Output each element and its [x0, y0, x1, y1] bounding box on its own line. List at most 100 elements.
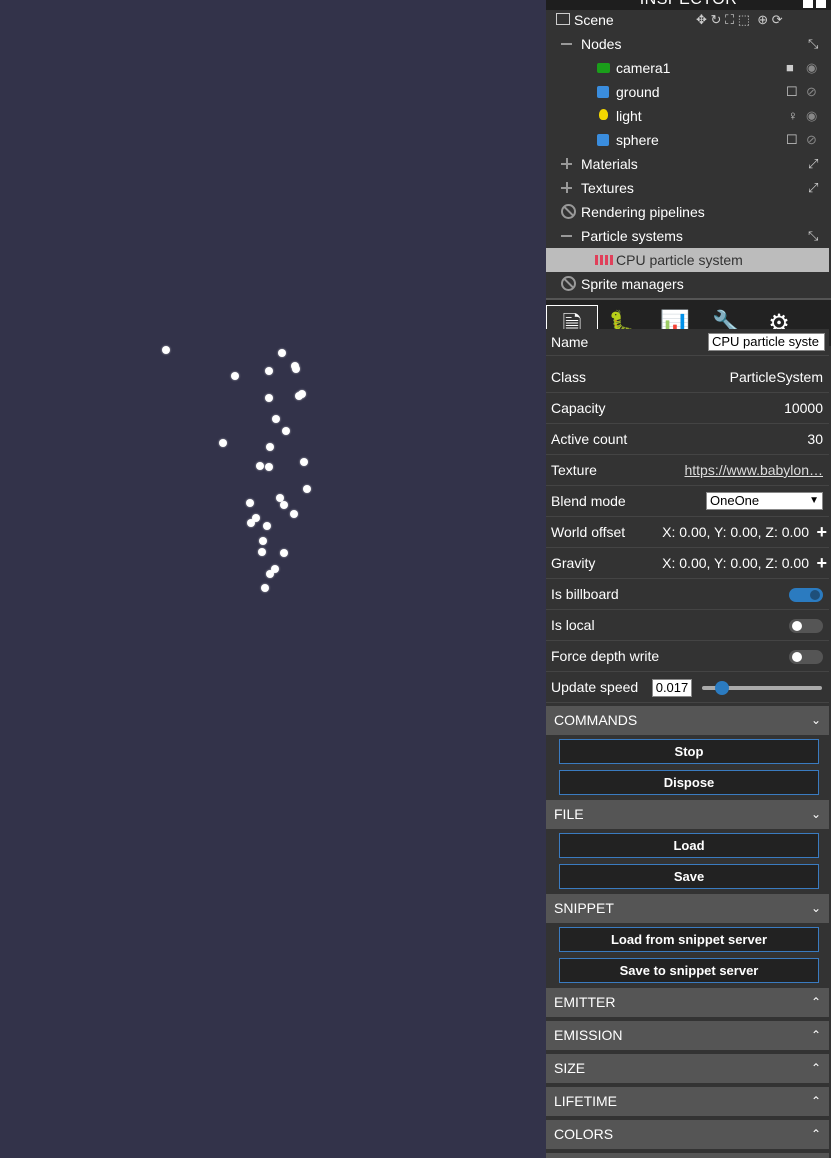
particle — [246, 499, 254, 507]
colors-title: COLORS — [554, 1126, 614, 1142]
close-icon[interactable] — [816, 0, 826, 8]
particle — [303, 485, 311, 493]
particle — [278, 349, 286, 357]
mesh-icon — [597, 86, 609, 98]
bounding-box-icon[interactable]: ☐ — [786, 80, 798, 104]
scene-label: Scene — [574, 12, 614, 28]
eye-slash-icon[interactable]: ⊘ — [806, 80, 817, 104]
update-speed-input[interactable]: 0.017 — [652, 679, 692, 697]
particle — [256, 462, 264, 470]
expand-all-icon[interactable]: ⤢ — [808, 152, 818, 176]
name-input[interactable]: CPU particle syste — [708, 333, 825, 351]
prop-name-row: Name CPU particle syste — [546, 329, 829, 356]
section-snippet[interactable]: SNIPPET ⌄ — [546, 894, 829, 923]
prop-depth-row: Force depth write — [546, 641, 829, 672]
tree-item-nodes[interactable]: Nodes ⤡ — [546, 32, 829, 56]
bounding-box-icon[interactable]: ☐ — [786, 128, 798, 152]
popout-icon[interactable] — [803, 0, 813, 8]
expand-icon[interactable] — [561, 158, 572, 169]
depth-write-toggle[interactable] — [789, 650, 823, 664]
eye-slash-icon[interactable]: ⊘ — [806, 128, 817, 152]
active-count-label: Active count — [551, 431, 628, 447]
tree-item-rendering-pipelines[interactable]: Rendering pipelines — [546, 200, 829, 224]
mesh-icon — [597, 134, 609, 146]
load-snippet-button[interactable]: Load from snippet server — [559, 927, 819, 952]
world-offset-label: World offset — [551, 524, 626, 540]
particle — [231, 372, 239, 380]
emitter-title: EMITTER — [554, 994, 616, 1010]
stop-button[interactable]: Stop — [559, 739, 819, 764]
expand-plus-icon[interactable]: + — [816, 517, 827, 547]
expand-all-icon[interactable]: ⤢ — [808, 176, 818, 200]
collapse-all-icon[interactable]: ⤡ — [808, 32, 818, 56]
light-toggle-icon[interactable]: ♀ — [788, 104, 798, 128]
particle — [295, 392, 303, 400]
render-canvas[interactable] — [0, 0, 546, 1158]
tree-item-particle-systems[interactable]: Particle systems ⤡ — [546, 224, 829, 248]
class-value: ParticleSystem — [729, 369, 823, 385]
particle — [247, 519, 255, 527]
tree-item-scene[interactable]: Scene ✥ ↻ ⛶ ⬚ ⊕ ⟳ — [546, 10, 829, 34]
texture-label: Texture — [551, 462, 597, 478]
particle-systems-label: Particle systems — [581, 228, 683, 244]
section-emitter[interactable]: EMITTER ⌃ — [546, 988, 829, 1017]
load-button[interactable]: Load — [559, 833, 819, 858]
commands-title: COMMANDS — [554, 712, 638, 728]
tree-item-camera1[interactable]: camera1 ■ ◉ — [546, 56, 829, 80]
is-local-toggle[interactable] — [789, 619, 823, 633]
section-next[interactable] — [546, 1153, 829, 1158]
ban-icon — [561, 204, 576, 219]
chevron-down-icon: ▼ — [809, 495, 819, 506]
slider-thumb[interactable] — [715, 681, 730, 695]
section-colors[interactable]: COLORS ⌃ — [546, 1120, 829, 1149]
light-icon — [599, 109, 608, 120]
collapse-icon[interactable] — [561, 235, 572, 237]
prop-active-row: Active count 30 — [546, 424, 829, 455]
eye-icon[interactable]: ◉ — [806, 104, 817, 128]
image-icon — [556, 13, 570, 25]
chevron-down-icon: ⌄ — [810, 713, 821, 727]
active-camera-icon[interactable]: ■ — [786, 56, 794, 80]
scene-gizmo-icons[interactable]: ✥ ↻ ⛶ ⬚ ⊕ ⟳ — [696, 8, 783, 32]
blend-mode-select[interactable]: OneOne ▼ — [706, 492, 823, 510]
section-size[interactable]: SIZE ⌃ — [546, 1054, 829, 1083]
chevron-down-icon: ⌄ — [810, 807, 821, 821]
particle — [300, 458, 308, 466]
save-snippet-row: Save to snippet server — [546, 955, 829, 986]
size-title: SIZE — [554, 1060, 586, 1076]
save-row: Save — [546, 861, 829, 892]
billboard-toggle[interactable] — [789, 588, 823, 602]
materials-label: Materials — [581, 156, 638, 172]
tree-item-textures[interactable]: Textures ⤢ — [546, 176, 829, 200]
prop-class-row: Class ParticleSystem — [546, 362, 829, 393]
prop-capacity-row: Capacity 10000 — [546, 393, 829, 424]
collapse-all-icon[interactable]: ⤡ — [808, 224, 818, 248]
collapse-icon[interactable] — [561, 43, 572, 45]
particle — [265, 394, 273, 402]
prop-world-offset-row: World offset X: 0.00, Y: 0.00, Z: 0.00 + — [546, 517, 829, 548]
active-count-value: 30 — [807, 431, 823, 447]
texture-link[interactable]: https://www.babylon… — [684, 455, 823, 485]
expand-icon[interactable] — [561, 182, 572, 193]
dispose-button[interactable]: Dispose — [559, 770, 819, 795]
eye-icon[interactable]: ◉ — [806, 56, 817, 80]
save-snippet-button[interactable]: Save to snippet server — [559, 958, 819, 983]
particle — [280, 549, 288, 557]
update-speed-slider[interactable] — [702, 681, 822, 695]
chevron-up-icon: ⌃ — [810, 1028, 821, 1042]
tree-item-light[interactable]: light ♀ ◉ — [546, 104, 829, 128]
tree-item-sprite-managers[interactable]: Sprite managers — [546, 272, 829, 296]
gravity-label: Gravity — [551, 555, 596, 571]
expand-plus-icon[interactable]: + — [816, 548, 827, 578]
ban-icon — [561, 276, 576, 291]
tree-item-sphere[interactable]: sphere ☐ ⊘ — [546, 128, 829, 152]
section-emission[interactable]: EMISSION ⌃ — [546, 1021, 829, 1050]
tree-item-materials[interactable]: Materials ⤢ — [546, 152, 829, 176]
tree-item-ground[interactable]: ground ☐ ⊘ — [546, 80, 829, 104]
section-commands[interactable]: COMMANDS ⌄ — [546, 706, 829, 735]
load-snippet-row: Load from snippet server — [546, 924, 829, 955]
section-file[interactable]: FILE ⌄ — [546, 800, 829, 829]
tree-item-cpu-particle-system[interactable]: CPU particle system — [546, 248, 829, 272]
save-button[interactable]: Save — [559, 864, 819, 889]
section-lifetime[interactable]: LIFETIME ⌃ — [546, 1087, 829, 1116]
